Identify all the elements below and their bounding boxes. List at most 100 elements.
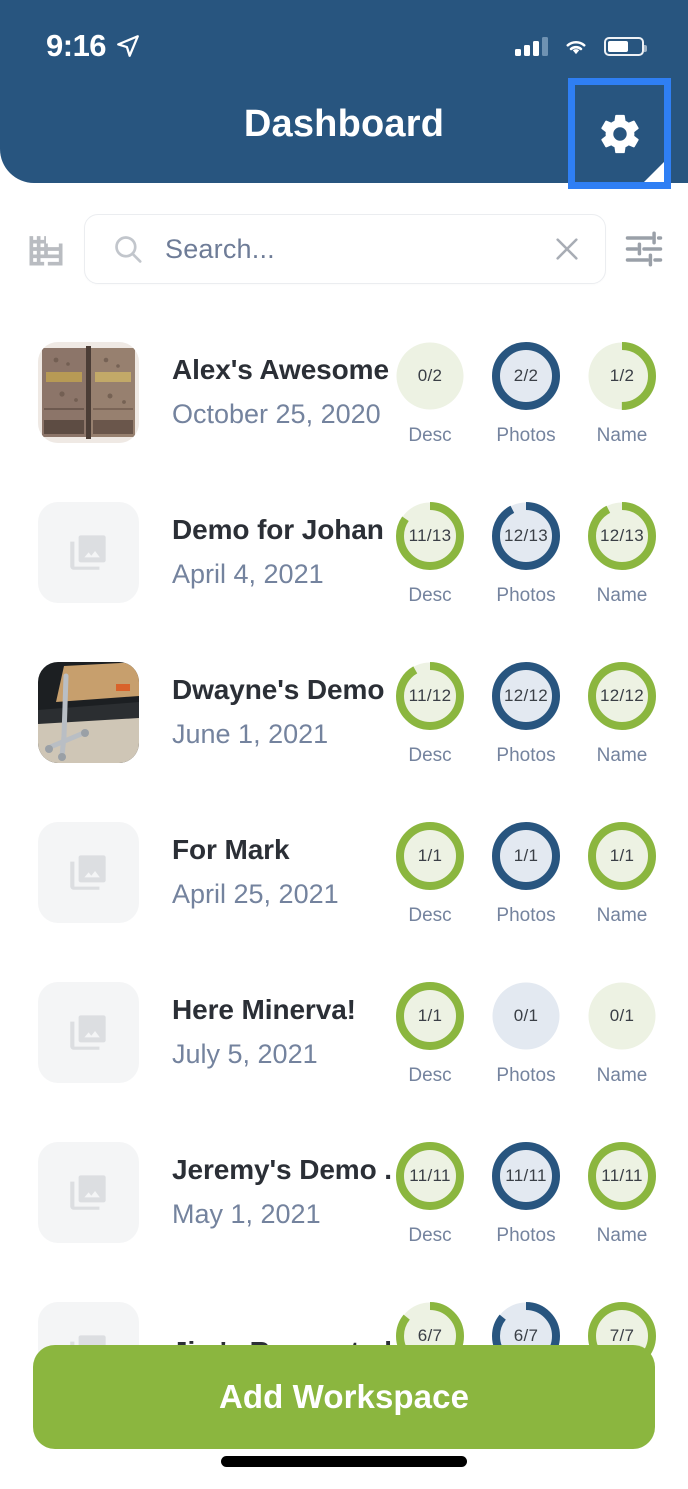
status-bar: 9:16 [0, 24, 688, 68]
progress-ring-value: 11/12 [408, 685, 452, 705]
location-arrow-icon [117, 35, 139, 57]
workspace-thumbnail[interactable] [38, 821, 139, 923]
workspace-title: Here Minerva! [172, 994, 356, 1025]
progress-ring: 12/13 [584, 498, 660, 574]
progress-ring-value: 0/1 [513, 1005, 539, 1025]
progress-ring-caption: Name [596, 1224, 648, 1246]
progress-metric[interactable]: 11/11 Desc [392, 1138, 468, 1247]
progress-metric[interactable]: 2/2 Photos [488, 338, 564, 447]
add-workspace-button[interactable]: Add Workspace [33, 1345, 655, 1449]
progress-metric[interactable]: 0/2 Desc [392, 338, 468, 447]
progress-metric[interactable]: 1/1 Desc [392, 818, 468, 927]
app-header: 9:16 Dashboard [0, 0, 688, 189]
progress-ring: 1/2 [584, 338, 660, 414]
progress-metric[interactable]: 1/1 Photos [488, 818, 564, 927]
progress-rings: 0/2 Desc 2/2 Photos 1/2 Name [392, 338, 666, 447]
progress-metric[interactable]: 0/1 Name [584, 978, 660, 1087]
progress-ring: 11/13 [392, 498, 468, 574]
progress-ring: 12/12 [488, 658, 564, 734]
progress-ring-caption: Desc [408, 424, 452, 446]
workspace-title: Dwayne's Demo [172, 674, 385, 705]
progress-ring-value: 11/11 [505, 1165, 547, 1185]
workspace-row[interactable]: Jeremy's Demo ... May 1, 2021 11/11 Desc… [0, 1112, 688, 1272]
progress-metric[interactable]: 1/1 Name [584, 818, 660, 927]
progress-ring-caption: Photos [496, 1064, 556, 1086]
progress-ring: 11/11 [584, 1138, 660, 1214]
progress-ring-value: 0/2 [417, 365, 443, 385]
image-placeholder-icon [69, 855, 106, 890]
progress-ring-value: 12/13 [503, 525, 549, 545]
workspace-thumbnail[interactable] [38, 661, 139, 763]
workspace-row[interactable]: Here Minerva! July 5, 2021 1/1 Desc 0/1 … [0, 952, 688, 1112]
workspace-title: Demo for Johan [172, 514, 384, 545]
status-bar-right [515, 36, 647, 57]
progress-metric[interactable]: 0/1 Photos [488, 978, 564, 1087]
workspace-title: For Mark [172, 834, 290, 865]
progress-ring-caption: Photos [496, 1224, 556, 1246]
progress-ring: 12/12 [584, 658, 660, 734]
progress-metric[interactable]: 1/1 Desc [392, 978, 468, 1087]
workspace-thumbnail[interactable] [38, 501, 139, 603]
progress-metric[interactable]: 11/13 Desc [392, 498, 468, 607]
progress-metric[interactable]: 12/13 Name [584, 498, 660, 607]
progress-ring: 1/1 [488, 818, 564, 894]
workspace-date: June 1, 2021 [172, 719, 329, 749]
search-placeholder-text: Search... [165, 233, 275, 264]
progress-ring-value: 1/1 [417, 1005, 443, 1025]
progress-ring: 0/2 [392, 338, 468, 414]
workspace-row[interactable]: For Mark April 25, 2021 1/1 Desc 1/1 Pho… [0, 792, 688, 952]
progress-ring-caption: Name [596, 424, 648, 446]
progress-ring: 11/12 [392, 658, 468, 734]
progress-metric[interactable]: 12/13 Photos [488, 498, 564, 607]
workspace-date: May 1, 2021 [172, 1199, 321, 1229]
workspace-date: April 25, 2021 [172, 879, 339, 909]
search-icon [115, 236, 142, 263]
progress-ring-caption: Name [596, 584, 648, 606]
workspace-thumbnail[interactable] [38, 1141, 139, 1243]
workspace-thumbnail[interactable] [38, 341, 139, 443]
building-icon[interactable] [24, 225, 68, 273]
workspace-text: Dwayne's Demo June 1, 2021 [139, 674, 392, 750]
image-placeholder-icon [69, 535, 106, 570]
workspace-text: Alex's Awesome ... October 25, 2020 [139, 354, 392, 430]
search-toolbar: Search... [0, 203, 688, 295]
filter-sliders-icon[interactable] [622, 227, 666, 271]
workspace-row[interactable]: Dwayne's Demo June 1, 2021 11/12 Desc 12… [0, 632, 688, 792]
progress-rings: 11/13 Desc 12/13 Photos 12/13 Name [392, 498, 666, 607]
image-placeholder-icon [69, 1175, 106, 1210]
progress-ring-value: 11/11 [601, 1165, 643, 1185]
workspace-row[interactable]: Demo for Johan April 4, 2021 11/13 Desc … [0, 472, 688, 632]
thumbnail-photo [38, 341, 139, 443]
progress-ring: 12/13 [488, 498, 564, 574]
workspace-title: Jeremy's Demo ... [172, 1154, 392, 1185]
close-x-icon[interactable] [551, 233, 583, 265]
progress-metric[interactable]: 12/12 Name [584, 658, 660, 767]
progress-rings: 11/12 Desc 12/12 Photos 12/12 Name [392, 658, 666, 767]
progress-ring-value: 11/11 [409, 1165, 451, 1185]
progress-ring-caption: Desc [408, 904, 452, 926]
progress-rings: 1/1 Desc 0/1 Photos 0/1 Name [392, 978, 666, 1087]
workspace-text: Here Minerva! July 5, 2021 [139, 994, 392, 1070]
progress-metric[interactable]: 11/11 Name [584, 1138, 660, 1247]
workspace-row[interactable]: Alex's Awesome ... October 25, 2020 0/2 … [0, 312, 688, 472]
progress-metric[interactable]: 11/12 Desc [392, 658, 468, 767]
settings-button[interactable] [568, 78, 671, 189]
progress-rings: 1/1 Desc 1/1 Photos 1/1 Name [392, 818, 666, 927]
workspace-date: October 25, 2020 [172, 399, 381, 429]
progress-ring: 11/11 [488, 1138, 564, 1214]
progress-metric[interactable]: 11/11 Photos [488, 1138, 564, 1247]
status-bar-left: 9:16 [46, 28, 141, 64]
progress-ring-caption: Photos [496, 744, 556, 766]
progress-metric[interactable]: 1/2 Name [584, 338, 660, 447]
progress-ring-caption: Photos [496, 424, 556, 446]
progress-metric[interactable]: 12/12 Photos [488, 658, 564, 767]
workspace-thumbnail[interactable] [38, 981, 139, 1083]
search-input[interactable]: Search... [84, 214, 606, 284]
workspace-list[interactable]: Alex's Awesome ... October 25, 2020 0/2 … [0, 312, 688, 1372]
image-placeholder-icon [69, 1015, 106, 1050]
status-time: 9:16 [46, 28, 107, 63]
progress-ring-caption: Desc [408, 744, 452, 766]
workspace-date: April 4, 2021 [172, 559, 324, 589]
progress-ring-value: 0/1 [609, 1005, 635, 1025]
progress-ring: 1/1 [392, 818, 468, 894]
